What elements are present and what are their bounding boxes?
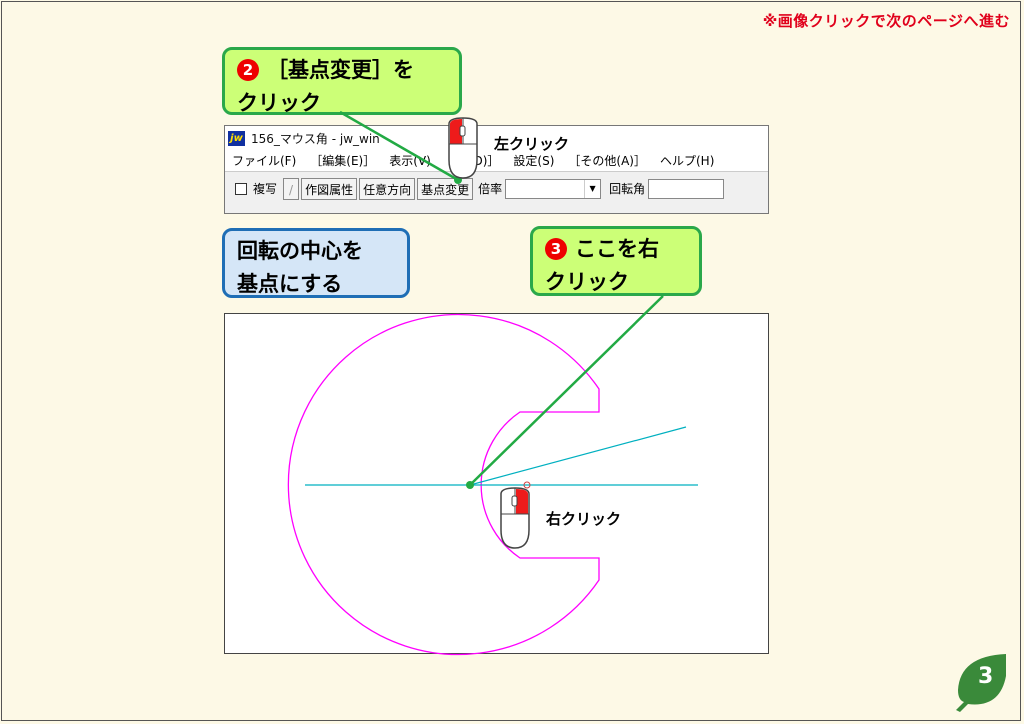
menu-settings[interactable]: 設定(S) xyxy=(513,152,554,169)
menu-edit[interactable]: ［編集(E)］ xyxy=(310,152,375,169)
step2-text1: ［基点変更］を xyxy=(267,58,414,82)
rotation-angle-input[interactable] xyxy=(648,178,725,199)
step2-line2: クリック xyxy=(237,91,321,115)
copy-checkbox[interactable]: 複写 xyxy=(229,178,283,200)
menu-help[interactable]: ヘルプ(H) xyxy=(660,152,714,169)
jw-app-icon: jw xyxy=(228,130,245,146)
slash-button[interactable]: / xyxy=(283,177,300,200)
rotation-label: 回転角 xyxy=(609,182,646,196)
step3-callout: 3 ここを右 クリック xyxy=(530,226,702,296)
info-callout: 回転の中心を 基点にする xyxy=(222,228,410,298)
draw-attribute-button[interactable]: 作図属性 xyxy=(301,177,358,200)
scale-label: 倍率 xyxy=(478,182,503,196)
step3-text1: ここを右 xyxy=(575,237,659,261)
any-direction-button[interactable]: 任意方向 xyxy=(359,177,416,200)
step3-line2: クリック xyxy=(545,270,629,294)
menu-other[interactable]: ［その他(A)］ xyxy=(568,152,646,169)
checkbox-box xyxy=(235,182,247,195)
step3-line1: 3 ここを右 xyxy=(545,233,687,266)
next-page-hint[interactable]: ※画像クリックで次のページへ進む xyxy=(763,10,1010,31)
menu-draw[interactable]: ［作(D)］ xyxy=(445,152,500,169)
page-number: 3 xyxy=(978,664,994,689)
copy-checkbox-label: 複写 xyxy=(253,182,278,196)
step2-number-badge: 2 xyxy=(237,59,259,81)
scale-select[interactable]: ▼ xyxy=(505,178,602,199)
step2-line1: 2 ［基点変更］を xyxy=(237,54,447,87)
drawing-canvas[interactable] xyxy=(224,313,769,654)
info-line1: 回転の中心を xyxy=(237,239,363,263)
menu-view[interactable]: 表示(V) xyxy=(389,152,431,169)
menu-file[interactable]: ファイル(F) xyxy=(232,152,296,169)
chevron-down-icon[interactable]: ▼ xyxy=(584,179,600,198)
left-click-label: 左クリック xyxy=(494,135,570,153)
window-title: 156_マウス角 - jw_win xyxy=(251,131,380,146)
base-point-change-button[interactable]: 基点変更 xyxy=(417,177,474,200)
tool-options-bar: 複写 / 作図属性 任意方向 基点変更 倍率 ▼ 回転角 xyxy=(225,172,768,205)
right-click-label: 右クリック xyxy=(546,510,622,528)
step2-callout: 2 ［基点変更］を クリック xyxy=(222,47,462,115)
step3-number-badge: 3 xyxy=(545,238,567,260)
info-line2: 基点にする xyxy=(237,272,343,296)
